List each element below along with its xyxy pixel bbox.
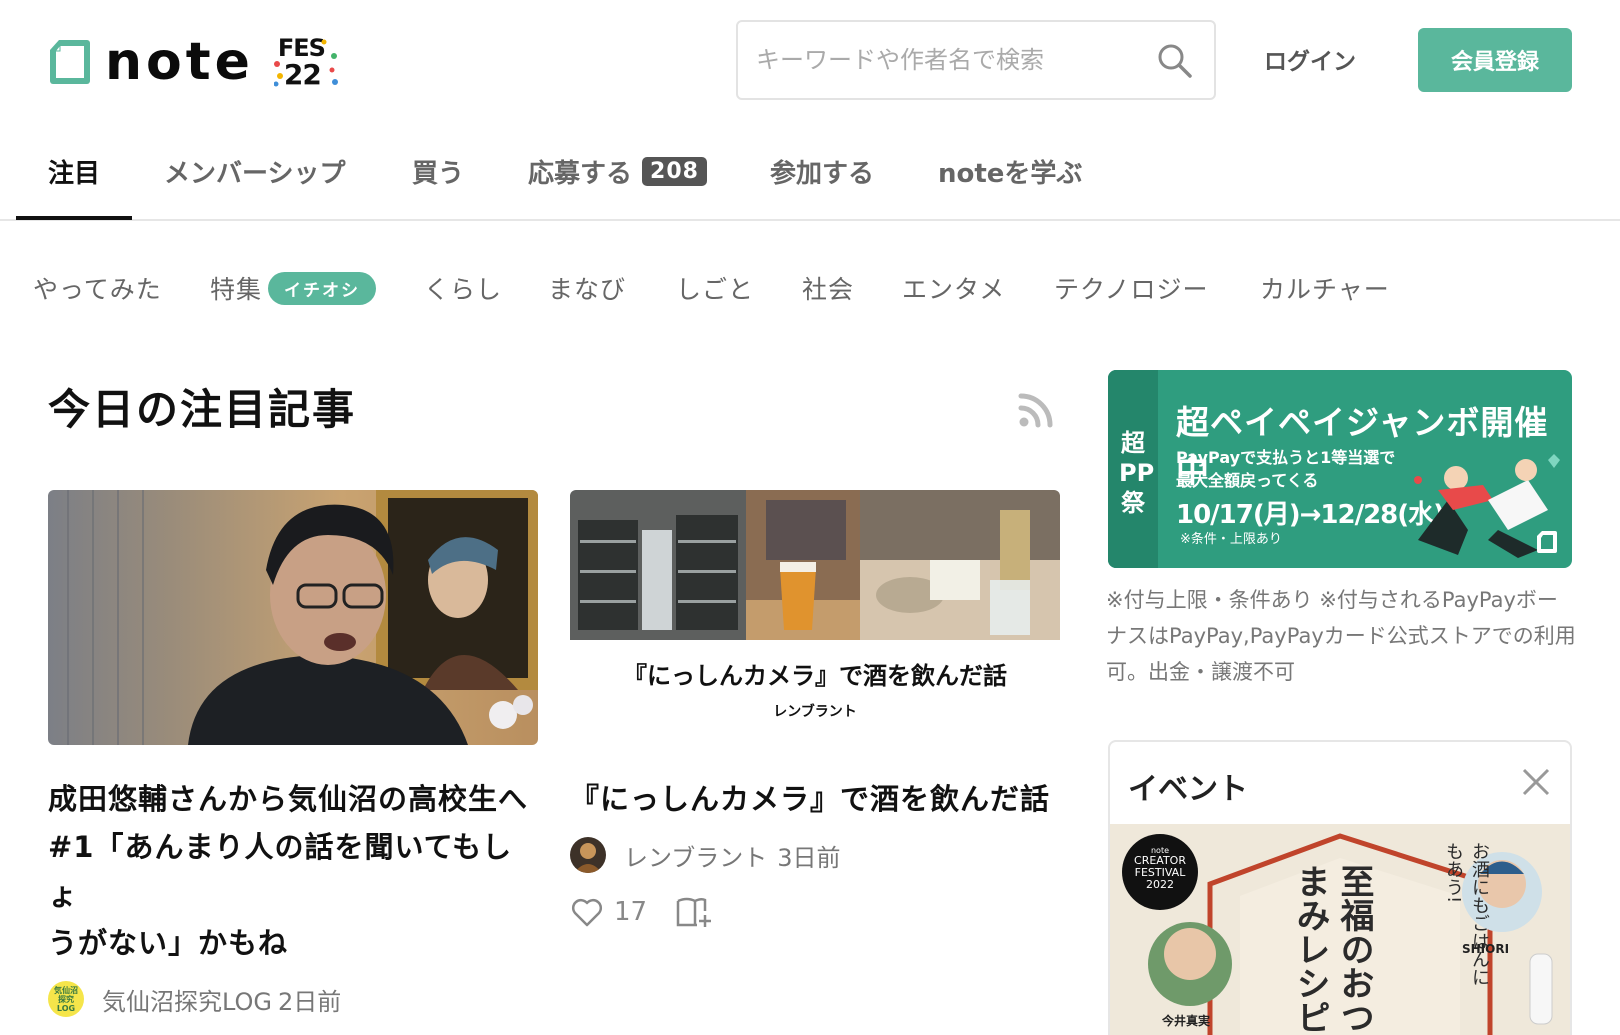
thumbnail-caption: 『にっしんカメラ』で酒を飲んだ話 レンブラント xyxy=(570,640,1060,745)
person-name-2: SHIORI xyxy=(1462,942,1510,956)
category-entertainment[interactable]: エンタメ xyxy=(902,270,1005,306)
tab-learn-note[interactable]: noteを学ぶ xyxy=(938,153,1082,190)
recommended-pill: イチオシ xyxy=(268,271,377,305)
event-widget: イベント note CREATOR FESTIVAL 2022 至福のおつまみレ… xyxy=(1108,740,1572,1035)
banner-subtitle: PayPayで支払うと1等当選で 最大全額戻ってくる xyxy=(1176,448,1396,490)
video-call-photo xyxy=(48,490,538,745)
add-to-magazine-icon[interactable] xyxy=(675,895,713,929)
logo-wordmark: note xyxy=(105,32,254,92)
fes22-logo: FES 22 xyxy=(273,34,338,91)
post-time: 2日前 xyxy=(278,987,342,1016)
search-input[interactable] xyxy=(756,46,1146,74)
search-icon[interactable] xyxy=(1156,42,1194,80)
person-name-1: 今井真実 xyxy=(1162,1014,1211,1028)
like-count: 17 xyxy=(614,897,648,927)
bar-interior-photo xyxy=(570,490,1060,640)
post-time: 3日前 xyxy=(777,843,841,872)
tab-join[interactable]: 参加する xyxy=(770,153,874,190)
contest-count-badge: 208 xyxy=(642,157,707,186)
site-header: note FES 22 ログイン 会員登録 xyxy=(0,0,1620,125)
category-special[interactable]: 特集 イチオシ xyxy=(210,270,377,306)
article-card[interactable]: 『にっしんカメラ』で酒を飲んだ話 レンブラント 『にっしんカメラ』で酒を飲んだ話… xyxy=(570,490,1060,929)
signup-button[interactable]: 会員登録 xyxy=(1418,28,1572,92)
article-title[interactable]: 成田悠輔さんから気仙沼の高校生へ #1「あんまり人の話を聞いてもしょ うがない」… xyxy=(48,775,538,967)
section-title: 今日の注目記事 xyxy=(48,385,357,434)
category-living[interactable]: くらし xyxy=(424,270,502,306)
paypay-jumbo-banner[interactable]: 超PP祭 超ペイペイジャンボ開催中 PayPayで支払うと1等当選で 最大全額戻… xyxy=(1108,370,1572,568)
article-thumbnail[interactable]: 『にっしんカメラ』で酒を飲んだ話 レンブラント xyxy=(570,490,1060,745)
article-thumbnail[interactable] xyxy=(48,490,538,745)
login-link[interactable]: ログイン xyxy=(1264,42,1356,76)
avatar: 気仙沼 探究 LOG xyxy=(48,981,84,1017)
tab-membership[interactable]: メンバーシップ xyxy=(164,153,345,190)
category-society[interactable]: 社会 xyxy=(802,270,854,306)
banner-side-strip: 超PP祭 xyxy=(1108,370,1158,568)
article-stats: 17 xyxy=(570,895,1060,929)
article-author[interactable]: レンブラント 3日前 xyxy=(570,837,1060,873)
event-banner-image[interactable]: note CREATOR FESTIVAL 2022 至福のおつまみレシピ お酒… xyxy=(1110,824,1570,1035)
category-tried-it[interactable]: やってみた xyxy=(33,270,162,306)
author-name: 気仙沼探究LOG xyxy=(102,987,273,1016)
article-title[interactable]: 『にっしんカメラ』で酒を飲んだ話 xyxy=(570,775,1060,823)
category-work[interactable]: しごと xyxy=(676,270,754,306)
tab-apply[interactable]: 応募する 208 xyxy=(528,153,707,190)
confetti-dots xyxy=(273,39,338,87)
tab-featured[interactable]: 注目 xyxy=(48,153,100,190)
creator-festival-badge: note CREATOR FESTIVAL 2022 xyxy=(1122,834,1198,910)
article-author[interactable]: 気仙沼 探究 LOG 気仙沼探究LOG 2日前 xyxy=(48,981,538,1017)
banner-fine-print: ※付与上限・条件あり ※付与されるPayPayボーナスはPayPay,PayPa… xyxy=(1106,588,1576,684)
note-logo-icon xyxy=(50,40,90,84)
category-culture[interactable]: カルチャー xyxy=(1260,270,1390,306)
category-nav: やってみた 特集 イチオシ くらし まなび しごと 社会 エンタメ テクノロジー… xyxy=(0,262,1620,312)
article-card[interactable]: 成田悠輔さんから気仙沼の高校生へ #1「あんまり人の話を聞いてもしょ うがない」… xyxy=(48,490,538,1035)
category-technology[interactable]: テクノロジー xyxy=(1054,270,1209,306)
search-box[interactable] xyxy=(736,20,1216,100)
note-mark-icon xyxy=(1537,531,1557,553)
rss-icon[interactable] xyxy=(1018,392,1054,428)
main-tabs: 注目 メンバーシップ 買う 応募する 208 参加する noteを学ぶ xyxy=(0,125,1620,221)
note-logo[interactable]: note FES 22 xyxy=(47,32,338,92)
event-headline: 至福のおつまみレシピ xyxy=(1290,864,1374,1034)
close-icon[interactable] xyxy=(1520,766,1552,798)
event-heading: イベント xyxy=(1128,772,1248,807)
event-subheadline: お酒にもごはんにもあう! xyxy=(1443,842,1490,986)
active-tab-indicator xyxy=(16,216,132,220)
tab-buy[interactable]: 買う xyxy=(412,153,464,190)
category-learning[interactable]: まなび xyxy=(548,270,626,306)
author-name: レンブラント xyxy=(624,843,768,872)
avatar xyxy=(570,837,606,873)
banner-note: ※条件・上限あり xyxy=(1180,532,1282,547)
heart-icon[interactable] xyxy=(570,895,604,929)
